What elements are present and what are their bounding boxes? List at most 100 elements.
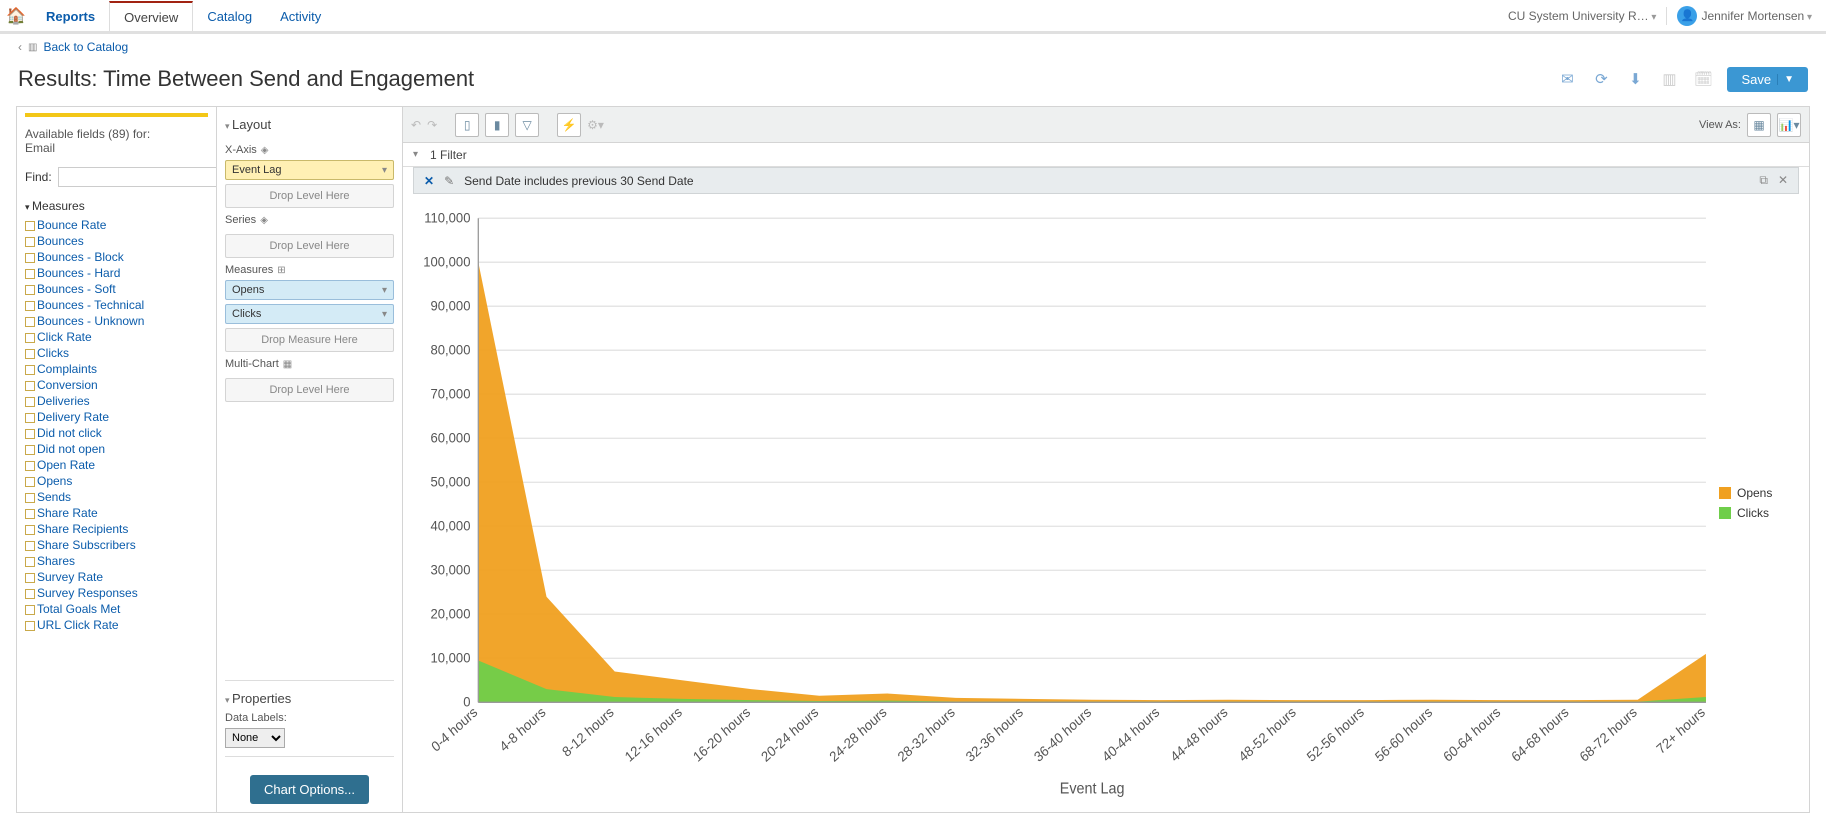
fields-header: Available fields (89) for: Email xyxy=(17,123,216,159)
avatar-icon: 👤 xyxy=(1677,6,1697,26)
measure-item[interactable]: Share Recipients xyxy=(25,521,208,537)
svg-text:36-40 hours: 36-40 hours xyxy=(1031,704,1094,765)
measure-item[interactable]: Conversion xyxy=(25,377,208,393)
measure-item[interactable]: Shares xyxy=(25,553,208,569)
xaxis-label: X-Axis ◈ xyxy=(225,138,394,160)
filter-edit-icon[interactable]: ✎ xyxy=(444,174,454,188)
measure-item[interactable]: Click Rate xyxy=(25,329,208,345)
measures-label: Measures ⊞ xyxy=(225,258,394,280)
measures-group[interactable]: Measures xyxy=(25,195,208,217)
series-drop[interactable]: Drop Level Here xyxy=(225,234,394,258)
measure-item[interactable]: Total Goals Met xyxy=(25,601,208,617)
filter-header[interactable]: 1 Filter xyxy=(403,143,1809,167)
undo-icon[interactable]: ↶ xyxy=(411,118,421,132)
measure-item[interactable]: Share Rate xyxy=(25,505,208,521)
measure-opens-pill[interactable]: Opens▾ xyxy=(225,280,394,300)
measure-item[interactable]: Bounces xyxy=(25,233,208,249)
redo-icon[interactable]: ↷ xyxy=(427,118,437,132)
properties-section[interactable]: Properties xyxy=(225,689,394,712)
svg-text:40-44 hours: 40-44 hours xyxy=(1100,704,1163,765)
measure-item[interactable]: Did not click xyxy=(25,425,208,441)
tab-catalog[interactable]: Catalog xyxy=(193,0,266,32)
chevron-down-icon[interactable]: ▾ xyxy=(382,285,387,296)
back-to-catalog-link[interactable]: Back to Catalog xyxy=(43,40,128,54)
download-icon[interactable]: ⬇ xyxy=(1625,69,1645,89)
schedule-icon[interactable]: 🗓 xyxy=(1693,69,1713,89)
save-button[interactable]: Save ▼ xyxy=(1727,67,1808,92)
measure-item[interactable]: Clicks xyxy=(25,345,208,361)
filter-popout-icon[interactable]: ⧉ xyxy=(1759,173,1768,188)
measures-tree: Measures Bounce RateBouncesBounces - Blo… xyxy=(17,195,216,812)
refresh-icon[interactable]: ⟳ xyxy=(1591,69,1611,89)
measure-item[interactable]: Bounces - Technical xyxy=(25,297,208,313)
measure-item[interactable]: Delivery Rate xyxy=(25,409,208,425)
home-icon[interactable]: 🏠 xyxy=(0,0,32,32)
xaxis-drop[interactable]: Drop Level Here xyxy=(225,184,394,208)
grid-icon: ▦ xyxy=(283,359,292,370)
measure-item[interactable]: Share Subscribers xyxy=(25,537,208,553)
svg-text:90,000: 90,000 xyxy=(431,298,471,314)
xaxis-pill[interactable]: Event Lag▾ xyxy=(225,160,394,180)
measure-item[interactable]: Sends xyxy=(25,489,208,505)
filter-close-icon[interactable]: ✕ xyxy=(1778,173,1788,188)
svg-text:16-20 hours: 16-20 hours xyxy=(690,704,753,765)
filter-remove-icon[interactable]: ✕ xyxy=(424,174,434,188)
chart-report-icon[interactable]: ▥ xyxy=(1659,69,1679,89)
data-labels-select[interactable]: None xyxy=(225,728,285,748)
autorun-icon[interactable]: ⚡ xyxy=(557,113,581,137)
measure-item[interactable]: Opens xyxy=(25,473,208,489)
multichart-drop[interactable]: Drop Level Here xyxy=(225,378,394,402)
measure-item[interactable]: Bounces - Soft xyxy=(25,281,208,297)
measure-item[interactable]: Deliveries xyxy=(25,393,208,409)
user-menu[interactable]: 👤 Jennifer Mortensen xyxy=(1677,6,1812,26)
tab-overview[interactable]: Overview xyxy=(109,1,193,33)
nav-reports[interactable]: Reports xyxy=(32,0,109,32)
measure-item[interactable]: Survey Responses xyxy=(25,585,208,601)
legend-clicks: Clicks xyxy=(1719,506,1789,520)
measure-item[interactable]: Survey Rate xyxy=(25,569,208,585)
legend: Opens Clicks xyxy=(1719,204,1789,802)
page-title: Results: Time Between Send and Engagemen… xyxy=(18,66,474,92)
measure-item[interactable]: Did not open xyxy=(25,441,208,457)
filter-icon[interactable]: ▽ xyxy=(515,113,539,137)
panel-layout1-icon[interactable]: ▯ xyxy=(455,113,479,137)
filter-text: Send Date includes previous 30 Send Date xyxy=(464,174,693,188)
tenant-picker[interactable]: CU System University R… xyxy=(1508,9,1657,23)
fields-panel: Available fields (89) for: Email Find: V… xyxy=(16,106,216,813)
svg-text:8-12 hours: 8-12 hours xyxy=(560,704,617,760)
tab-activity[interactable]: Activity xyxy=(266,0,335,32)
ruler-icon: ⊞ xyxy=(277,265,285,276)
panel-layout2-icon[interactable]: ▮ xyxy=(485,113,509,137)
svg-text:56-60 hours: 56-60 hours xyxy=(1372,704,1435,765)
multichart-label: Multi-Chart ▦ xyxy=(225,352,394,374)
area-chart: 010,00020,00030,00040,00050,00060,00070,… xyxy=(413,204,1719,802)
measure-item[interactable]: Bounce Rate xyxy=(25,217,208,233)
gear-icon[interactable]: ⚙▾ xyxy=(587,118,604,132)
layout-panel: Layout X-Axis ◈ Event Lag▾ Drop Level He… xyxy=(216,106,402,813)
chart-options-button[interactable]: Chart Options... xyxy=(250,775,369,804)
measures-drop[interactable]: Drop Measure Here xyxy=(225,328,394,352)
view-chart-icon[interactable]: 📊▾ xyxy=(1777,113,1801,137)
save-label: Save xyxy=(1741,72,1771,87)
find-label: Find: xyxy=(25,170,52,184)
svg-text:50,000: 50,000 xyxy=(431,474,471,490)
chevron-down-icon[interactable]: ▾ xyxy=(382,309,387,320)
opens-swatch-icon xyxy=(1719,487,1731,499)
chevron-left-icon: ‹ xyxy=(18,40,22,54)
layout-section[interactable]: Layout xyxy=(225,115,394,138)
svg-text:20-24 hours: 20-24 hours xyxy=(759,704,822,765)
measure-item[interactable]: Bounces - Block xyxy=(25,249,208,265)
measure-item[interactable]: Bounces - Hard xyxy=(25,265,208,281)
measure-item[interactable]: Bounces - Unknown xyxy=(25,313,208,329)
save-caret-icon[interactable]: ▼ xyxy=(1777,74,1794,85)
chevron-down-icon[interactable]: ▾ xyxy=(382,165,387,176)
find-input[interactable] xyxy=(58,167,223,187)
svg-text:110,000: 110,000 xyxy=(424,210,471,226)
measure-item[interactable]: Open Rate xyxy=(25,457,208,473)
measure-item[interactable]: Complaints xyxy=(25,361,208,377)
measure-item[interactable]: URL Click Rate xyxy=(25,617,208,633)
email-icon[interactable]: ✉ xyxy=(1557,69,1577,89)
measure-clicks-pill[interactable]: Clicks▾ xyxy=(225,304,394,324)
top-nav: 🏠 Reports Overview Catalog Activity CU S… xyxy=(0,0,1826,32)
view-table-icon[interactable]: ▦ xyxy=(1747,113,1771,137)
